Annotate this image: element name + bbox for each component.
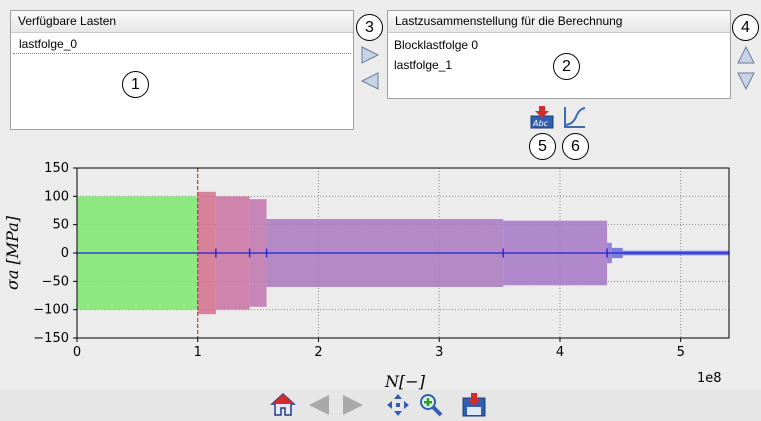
- x-tick-label: 0: [73, 345, 81, 360]
- move-left-button[interactable]: [360, 71, 380, 91]
- forward-button[interactable]: [340, 392, 366, 418]
- export-abc-icon: Abc: [530, 106, 554, 129]
- pan-icon: [387, 394, 409, 416]
- forward-icon: [343, 395, 363, 415]
- zoom-button[interactable]: [418, 392, 444, 418]
- x-tick-label: 5: [677, 345, 685, 360]
- marker-2: 2: [553, 53, 580, 80]
- y-tick-label: 150: [44, 161, 69, 176]
- arrow-left-icon: [360, 72, 379, 90]
- x-offset-label: 1e8: [697, 371, 722, 386]
- x-tick-label: 1: [194, 345, 202, 360]
- available-loads-panel: Verfügbare Lasten lastfolge_0: [10, 10, 354, 130]
- load-spectrum-chart: 0 1 2 3 4 5 150 100 50 0 −50 −100 −150 1e8 N[−] σa […: [3, 161, 730, 390]
- y-tick-label: 100: [44, 189, 69, 204]
- y-tick-label: 50: [52, 218, 69, 233]
- export-text-button[interactable]: Abc: [530, 105, 554, 129]
- list-item[interactable]: Blocklastfolge 0: [388, 37, 730, 54]
- move-up-button[interactable]: [736, 45, 756, 65]
- save-icon: [462, 393, 486, 417]
- x-tick-label: 4: [556, 345, 564, 360]
- zoom-icon: [420, 394, 443, 417]
- list-item[interactable]: lastfolge_0: [13, 36, 351, 54]
- y-tick-label: −150: [33, 331, 69, 346]
- x-tick-label: 2: [314, 345, 322, 360]
- available-loads-title: Verfügbare Lasten: [11, 11, 353, 33]
- move-right-button[interactable]: [360, 45, 380, 65]
- back-button[interactable]: [306, 392, 332, 418]
- y-tick-label: −50: [42, 274, 69, 289]
- y-tick-label: 0: [61, 246, 69, 261]
- back-icon: [309, 395, 329, 415]
- pan-button[interactable]: [385, 392, 411, 418]
- move-down-button[interactable]: [736, 71, 756, 91]
- marker-1: 1: [122, 71, 149, 98]
- load-composition-title: Lastzusammenstellung für die Berechnung: [388, 11, 730, 33]
- home-icon: [270, 392, 296, 416]
- save-button[interactable]: [461, 392, 487, 418]
- y-axis-label: σa [MPa]: [3, 215, 22, 290]
- curve-icon: [564, 107, 586, 128]
- arrow-right-icon: [361, 46, 380, 64]
- marker-3: 3: [356, 14, 383, 41]
- x-axis-label: N[−]: [384, 372, 426, 390]
- plot-toolbar: [0, 390, 761, 421]
- svg-text:Abc: Abc: [532, 119, 549, 128]
- home-button[interactable]: [270, 392, 296, 418]
- arrow-down-icon: [737, 72, 755, 91]
- y-tick-label: −100: [33, 303, 69, 318]
- x-tick-label: 3: [435, 345, 443, 360]
- arrow-up-icon: [737, 45, 755, 64]
- marker-4: 4: [732, 14, 759, 41]
- curve-button[interactable]: [563, 105, 587, 129]
